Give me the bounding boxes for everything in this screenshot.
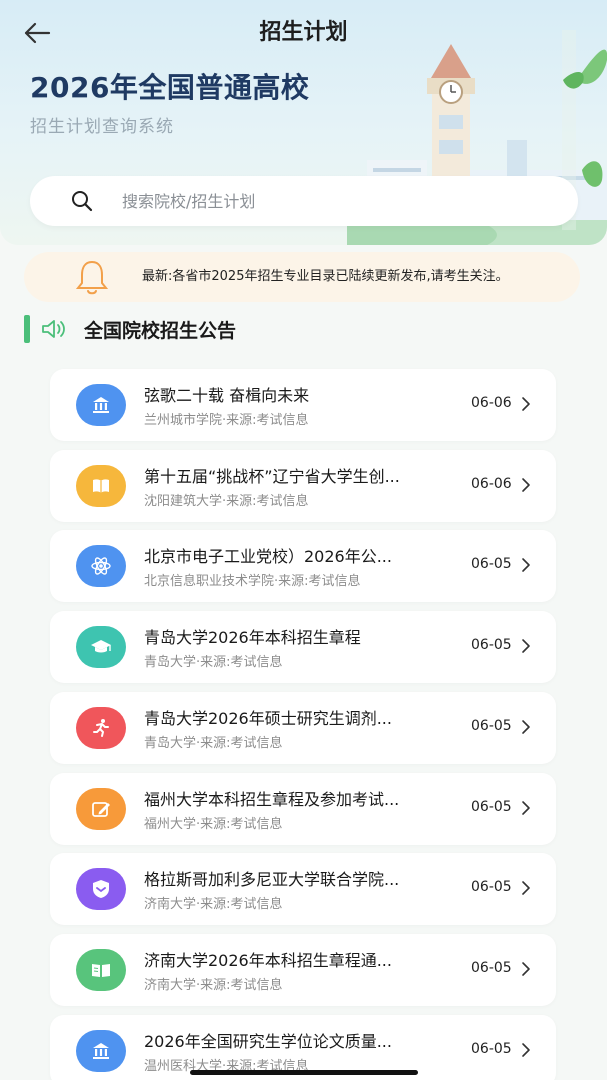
search-icon — [72, 191, 93, 212]
announcement-date: 06-05 — [471, 799, 512, 815]
announcement-source: 青岛大学·来源:考试信息 — [144, 736, 283, 751]
announcement-date: 06-06 — [471, 476, 512, 492]
announcement-source: 北京信息职业技术学院·来源:考试信息 — [144, 574, 361, 589]
announcement-card[interactable]: 第十五届“挑战杯”辽宁省大学生创... 沈阳建筑大学·来源:考试信息 06-06 — [50, 450, 556, 522]
speaker-icon — [42, 320, 65, 338]
section-accent-bar — [24, 315, 30, 343]
graduation-cap-icon — [76, 626, 126, 668]
section-title: 全国院校招生公告 — [84, 319, 237, 342]
chevron-right-icon — [522, 720, 530, 734]
announcement-title: 格拉斯哥加利多尼亚大学联合学院... — [144, 870, 400, 889]
hero-subtitle: 招生计划查询系统 — [30, 117, 174, 137]
announcement-title: 北京市电子工业党校）2026年公... — [144, 547, 392, 566]
announcement-title: 弦歌二十载 奋楫向未来 — [144, 386, 310, 405]
announcement-source: 福州大学·来源:考试信息 — [144, 817, 283, 832]
chevron-right-icon — [522, 1043, 530, 1057]
announcement-title: 2026年全国研究生学位论文质量... — [144, 1032, 392, 1051]
institution-icon — [76, 384, 126, 426]
bell-icon — [75, 260, 109, 295]
announcement-card[interactable]: 北京市电子工业党校）2026年公... 北京信息职业技术学院·来源:考试信息 06-… — [50, 530, 556, 602]
announcement-source: 兰州城市学院·来源:考试信息 — [144, 413, 309, 428]
home-indicator — [190, 1070, 418, 1075]
atom-icon — [76, 545, 126, 587]
chevron-right-icon — [522, 558, 530, 572]
announcement-date: 06-05 — [471, 637, 512, 653]
announcement-date: 06-05 — [471, 960, 512, 976]
announcement-card[interactable]: 福州大学本科招生章程及参加考试... 福州大学·来源:考试信息 06-05 — [50, 773, 556, 845]
institution-icon — [76, 1030, 126, 1072]
announcement-title: 青岛大学2026年本科招生章程 — [144, 628, 361, 647]
search-input[interactable] — [122, 191, 502, 211]
announcement-card[interactable]: 弦歌二十载 奋楫向未来兰州城市学院·来源:考试信息 06-06 — [50, 369, 556, 441]
announcement-source: 沈阳建筑大学·来源:考试信息 — [144, 494, 309, 509]
notice-banner[interactable]: 最新:各省市2025年招生专业目录已陆续更新发布,请考生关注。 — [24, 252, 580, 302]
edit-icon — [76, 788, 126, 830]
announcement-title: 第十五届“挑战杯”辽宁省大学生创... — [144, 467, 400, 486]
announcement-date: 06-06 — [471, 395, 512, 411]
announcement-date: 06-05 — [471, 1041, 512, 1057]
section-header: 全国院校招生公告 — [24, 314, 236, 344]
notice-text: 最新:各省市2025年招生专业目录已陆续更新发布,请考生关注。 — [142, 269, 509, 284]
chevron-right-icon — [522, 639, 530, 653]
chevron-right-icon — [522, 397, 530, 411]
search-bar[interactable] — [30, 176, 578, 226]
announcement-card[interactable]: 青岛大学2026年硕士研究生调剂... 青岛大学·来源:考试信息 06-05 — [50, 692, 556, 764]
announcement-title: 福州大学本科招生章程及参加考试... — [144, 790, 400, 809]
runner-icon — [76, 707, 126, 749]
announcement-date: 06-05 — [471, 718, 512, 734]
announcement-source: 济南大学·来源:考试信息 — [144, 897, 283, 912]
chevron-right-icon — [522, 962, 530, 976]
chevron-right-icon — [522, 881, 530, 895]
announcement-title: 济南大学2026年本科招生章程通... — [144, 951, 392, 970]
book-icon — [76, 465, 126, 507]
announcement-card[interactable]: 格拉斯哥加利多尼亚大学联合学院... 济南大学·来源:考试信息 06-05 — [50, 853, 556, 925]
page-title: 招生计划 — [259, 20, 348, 45]
announcement-date: 06-05 — [471, 556, 512, 572]
chevron-right-icon — [522, 478, 530, 492]
hero-title: 2026年全国普通高校 — [30, 71, 310, 104]
announcement-source: 青岛大学·来源:考试信息 — [144, 655, 283, 670]
open-book-icon — [76, 949, 126, 991]
announcement-card[interactable]: 青岛大学2026年本科招生章程青岛大学·来源:考试信息 06-05 — [50, 611, 556, 683]
announcement-card[interactable]: 济南大学2026年本科招生章程通... 济南大学·来源:考试信息 06-05 — [50, 934, 556, 1006]
announcement-date: 06-05 — [471, 879, 512, 895]
chevron-right-icon — [522, 801, 530, 815]
announcement-title: 青岛大学2026年硕士研究生调剂... — [144, 709, 392, 728]
shield-icon — [76, 868, 126, 910]
announcement-source: 济南大学·来源:考试信息 — [144, 978, 283, 993]
